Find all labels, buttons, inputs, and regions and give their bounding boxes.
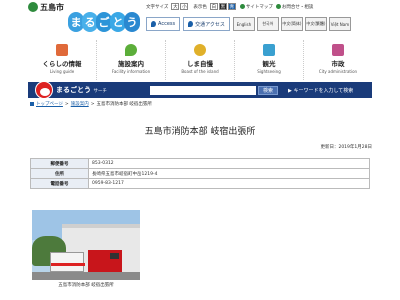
nav-title: くらしの情報 <box>42 60 82 68</box>
facility-photo <box>32 210 140 280</box>
color-blue-button[interactable]: 青 <box>227 3 236 10</box>
ambulance <box>50 252 85 272</box>
row-label: 郵便番号 <box>30 158 89 169</box>
keyword-search-link[interactable]: ▶ キーワードを入力して検索 <box>288 87 353 94</box>
nav-title: しま自慢 <box>187 60 213 68</box>
table-row: 電話番号 0959-83-1217 <box>30 178 370 189</box>
font-size-small-button[interactable]: 小 <box>180 3 189 10</box>
font-size-large-button[interactable]: 大 <box>171 3 180 10</box>
home-icon <box>30 102 34 106</box>
nav-item-sightseeing[interactable]: 観光 Sightseeing <box>235 40 304 80</box>
breadcrumb-link-top[interactable]: トップページ <box>36 101 63 107</box>
lang-korean-button[interactable]: 한국어 <box>256 17 279 31</box>
nav-subtitle: Living guide <box>49 69 75 74</box>
info-table: 郵便番号 853-0312 住所 長崎県五島市岐宿町中岳1219-4 電話番号 … <box>30 158 370 189</box>
color-white-button[interactable]: 白 <box>209 3 218 10</box>
breadcrumb-separator: > <box>64 101 69 107</box>
nav-subtitle: Boast of the island <box>181 69 219 74</box>
access-button[interactable]: Access <box>146 17 181 31</box>
nav-subtitle: City administration <box>318 69 358 74</box>
nav-item-city[interactable]: 市政 City administration <box>304 40 372 80</box>
building-icon <box>332 44 344 56</box>
camera-icon <box>263 44 275 56</box>
breadcrumb-current: 五島市消防本部 岐宿出張所 <box>96 102 152 107</box>
city-name: 五島市 <box>40 3 64 12</box>
search-button[interactable]: 検索 <box>258 85 278 95</box>
contact-link[interactable]: お問合せ・相談 <box>275 4 313 10</box>
city-emblem-icon <box>28 2 38 12</box>
page-title: 五島市消防本部 岐宿出張所 <box>144 127 256 137</box>
search-bar: まるごとう サーチ 検索 ▶ キーワードを入力して検索 <box>28 82 372 98</box>
font-size-label: 文字サイズ <box>146 4 169 10</box>
display-color-label: 表示色 <box>193 4 207 10</box>
house-icon <box>56 44 68 56</box>
contact-icon <box>275 4 281 9</box>
row-value: 0959-83-1217 <box>88 178 370 189</box>
sitemap-icon <box>239 4 245 9</box>
row-label: 住所 <box>30 168 89 179</box>
row-value: 長崎県五島市岐宿町中岳1219-4 <box>88 168 370 179</box>
utility-bar: 文字サイズ 大 小 表示色 白 黒 青 サイトマップ お問合せ・相談 <box>146 3 313 10</box>
table-row: 住所 長崎県五島市岐宿町中岳1219-4 <box>30 168 370 179</box>
lang-chinese-traditional-button[interactable]: 中文(繁體) <box>304 17 327 31</box>
lang-english-button[interactable]: English <box>232 17 255 31</box>
lang-chinese-simplified-button[interactable]: 中文(简体) <box>280 17 303 31</box>
updated-date: 更新日：2019年1月28日 <box>320 145 372 150</box>
map-pin-icon <box>188 21 194 27</box>
nav-title: 市政 <box>331 60 345 68</box>
table-row: 郵便番号 853-0312 <box>30 158 370 169</box>
search-label: まるごとう サーチ <box>56 86 107 94</box>
traffic-access-button[interactable]: 交通アクセス <box>183 17 230 31</box>
row-label: 電話番号 <box>30 178 89 189</box>
map-pin-icon <box>125 44 137 56</box>
site-header: 五島市 ま る ご と う 文字サイズ 大 小 表示色 白 黒 青 サイトマップ… <box>0 0 400 38</box>
nav-item-living[interactable]: くらしの情報 Living guide <box>28 40 97 80</box>
nav-subtitle: Facility information <box>111 69 151 74</box>
fire-truck <box>88 250 122 272</box>
access-bar: Access 交通アクセス English 한국어 中文(简体) 中文(繁體) … <box>146 17 353 31</box>
nav-item-facility[interactable]: 施設案内 Facility information <box>97 40 166 80</box>
nav-title: 施設案内 <box>118 60 144 68</box>
map-pin-icon <box>151 21 156 27</box>
nav-title: 観光 <box>262 60 276 68</box>
brand-logo: ま る ご と う <box>68 12 140 32</box>
brand-char: う <box>124 12 140 32</box>
breadcrumb: トップページ > 施設案内 > 五島市消防本部 岐宿出張所 <box>30 101 152 107</box>
color-black-button[interactable]: 黒 <box>218 3 227 10</box>
island-icon <box>194 44 206 56</box>
main-nav: くらしの情報 Living guide 施設案内 Facility inform… <box>28 40 372 80</box>
sitemap-link[interactable]: サイトマップ <box>239 4 273 10</box>
breadcrumb-separator: > <box>90 101 95 107</box>
nav-item-boast[interactable]: しま自慢 Boast of the island <box>166 40 235 80</box>
photo-caption: 五島市消防本部 岐宿出張所 <box>58 283 114 288</box>
row-value: 853-0312 <box>88 158 370 169</box>
lang-vietnamese-button[interactable]: Việt Nam <box>328 17 351 31</box>
breadcrumb-link-facility[interactable]: 施設案内 <box>71 101 89 107</box>
nav-subtitle: Sightseeing <box>257 69 281 74</box>
search-input[interactable] <box>150 85 256 95</box>
mascot-icon <box>35 81 53 99</box>
